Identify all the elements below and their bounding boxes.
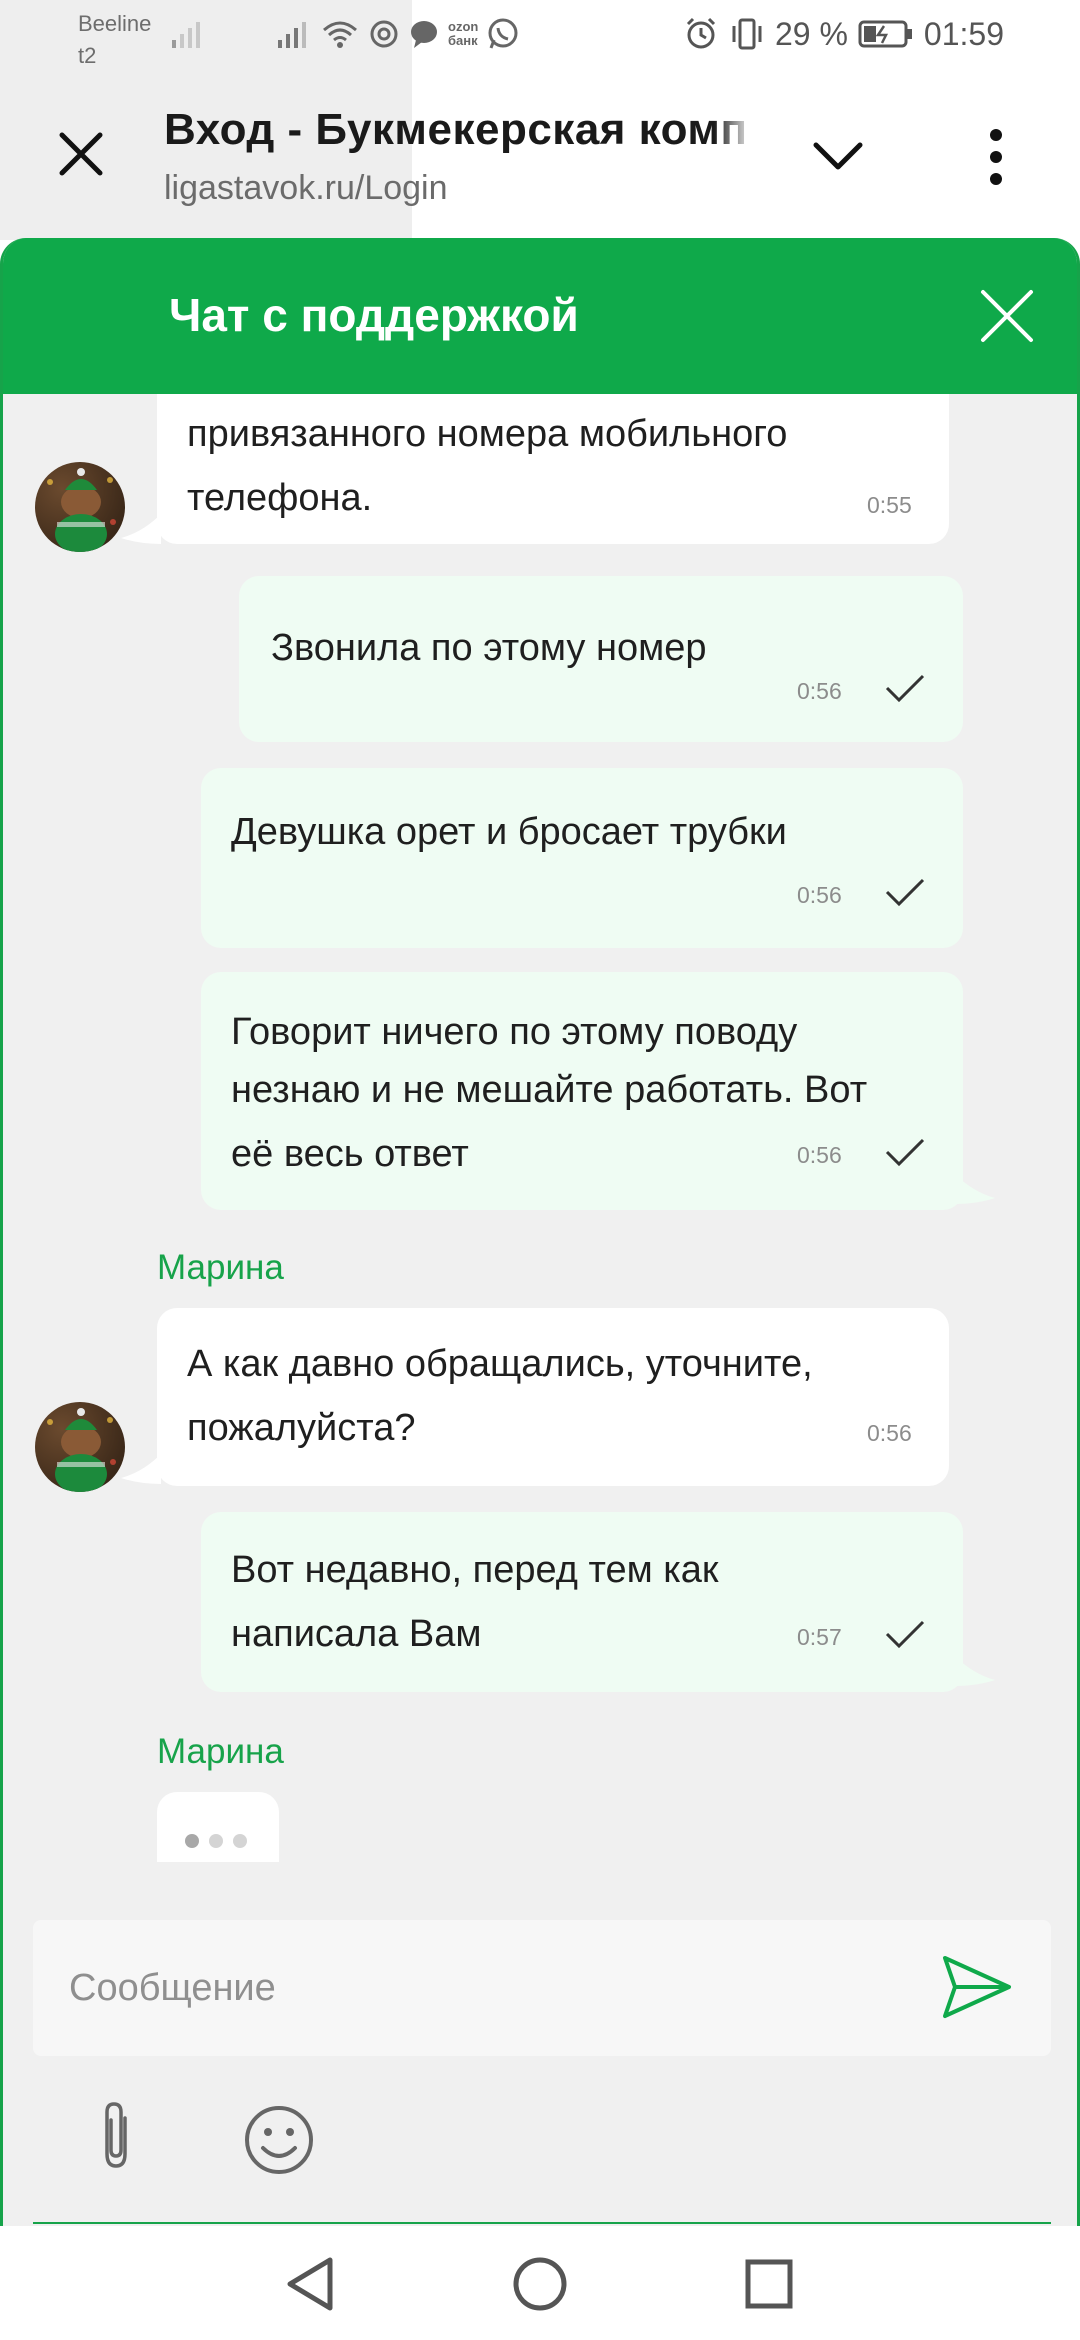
chevron-down-icon[interactable] xyxy=(808,135,868,179)
chat-title: Чат с поддержкой xyxy=(169,289,579,341)
bubble-tail-out xyxy=(955,1174,995,1204)
message-bubble-outgoing: Девушка орет и бросает трубки 0:56 xyxy=(201,768,963,948)
message-text-line: незнаю и не мешайте работать. Вот xyxy=(231,1069,868,1111)
message-text-line: А как давно обращались, уточните, xyxy=(187,1343,813,1385)
message-time: 0:56 xyxy=(797,678,842,704)
message-time: 0:56 xyxy=(797,1142,842,1168)
nav-back-icon[interactable] xyxy=(282,2254,338,2314)
check-icon xyxy=(885,674,925,703)
battery-icon xyxy=(858,20,912,48)
message-text-line: Вот недавно, перед тем как xyxy=(231,1549,719,1591)
status-icons-right: 29 % 01:59 xyxy=(683,12,1004,56)
message-input-area xyxy=(33,1920,1051,2056)
message-bubble-outgoing: Вот недавно, перед тем как написала Вам … xyxy=(201,1512,963,1692)
carrier-name-2: t2 xyxy=(78,43,97,68)
alarm-icon xyxy=(686,17,716,49)
widget-bottom-divider xyxy=(33,2222,1051,2224)
nav-home-icon[interactable] xyxy=(510,2254,570,2314)
capybara-avatar-image xyxy=(47,468,116,552)
message-time: 0:56 xyxy=(797,882,842,908)
message-time: 0:57 xyxy=(797,1624,842,1650)
message-bubble-outgoing: Говорит ничего по этому поводу незнаю и … xyxy=(201,972,963,1210)
check-icon xyxy=(885,878,925,907)
message-bubble-outgoing: Звонила по этому номер 0:56 xyxy=(239,576,963,742)
attach-icon[interactable] xyxy=(91,2100,141,2172)
status-bar: Beeline t2 ozon банк 29 % 01:59 xyxy=(0,0,1080,240)
message-text-line: Девушка орет и бросает трубки xyxy=(231,811,787,853)
message-text-line: Говорит ничего по этому поводу xyxy=(231,1011,798,1053)
vibrate-icon xyxy=(732,18,762,50)
typing-dot xyxy=(209,1834,223,1848)
at-sign-icon xyxy=(370,20,398,48)
chat-bubble-icon xyxy=(411,21,437,48)
close-icon[interactable] xyxy=(50,123,112,185)
capybara-avatar-image xyxy=(47,1408,116,1492)
battery-percent: 29 % xyxy=(774,15,848,52)
agent-avatar xyxy=(35,1402,125,1492)
bubble-tail-out xyxy=(955,1656,995,1686)
typing-dot xyxy=(185,1834,199,1848)
message-text-line: её весь ответ xyxy=(231,1133,469,1175)
send-icon[interactable] xyxy=(939,1952,1015,2022)
check-icon xyxy=(885,1620,925,1649)
page-url[interactable]: ligastavok.ru/Login xyxy=(164,169,448,208)
message-text-line: пожалуйста? xyxy=(187,1407,416,1449)
signal-1-icon xyxy=(172,22,200,48)
message-list[interactable]: привязанного номера мобильного телефона.… xyxy=(3,394,1077,1862)
sender-name: Марина xyxy=(157,1248,284,1287)
system-nav-bar xyxy=(0,2226,1080,2340)
nav-recent-icon[interactable] xyxy=(744,2256,794,2312)
typing-indicator xyxy=(157,1792,279,1862)
message-text-line: Звонила по этому номер xyxy=(271,627,707,669)
check-icon xyxy=(885,1138,925,1167)
browser-toolbar: Вход - Букмекерская комп ligastavok.ru/L… xyxy=(0,75,1080,240)
sender-name: Марина xyxy=(157,1732,284,1771)
typing-dot xyxy=(233,1834,247,1848)
emoji-icon[interactable] xyxy=(243,2104,315,2176)
carrier-info: Beeline t2 xyxy=(78,8,151,72)
wifi-icon xyxy=(323,21,357,48)
status-icons-left: ozon банк xyxy=(276,14,520,54)
message-text-line: написала Вам xyxy=(231,1613,482,1655)
message-text-line: привязанного номера мобильного xyxy=(187,413,788,455)
whatsapp-icon xyxy=(488,18,518,49)
message-time: 0:55 xyxy=(867,492,912,518)
chat-header: Чат с поддержкой xyxy=(3,238,1077,394)
page-title: Вход - Букмекерская комп xyxy=(164,105,754,155)
close-chat-icon[interactable] xyxy=(979,288,1035,344)
message-time: 0:56 xyxy=(867,1420,912,1446)
agent-avatar xyxy=(35,462,125,552)
carrier-name-1: Beeline xyxy=(78,11,152,36)
message-text-line: телефона. xyxy=(187,477,373,519)
clock: 01:59 xyxy=(923,15,1004,52)
bubble-tail-in xyxy=(121,1454,161,1484)
signal-2-icon xyxy=(278,22,306,48)
support-chat-widget: Чат с поддержкой привязанного номера моб… xyxy=(0,238,1080,2238)
message-bubble-incoming: привязанного номера мобильного телефона.… xyxy=(157,394,949,544)
more-vert-icon[interactable] xyxy=(976,127,1016,187)
message-input[interactable] xyxy=(69,1956,909,2020)
message-bubble-incoming: А как давно обращались, уточните, пожалу… xyxy=(157,1308,949,1486)
ozon-bank-icon: ozon банк xyxy=(448,19,479,48)
bubble-tail-in xyxy=(121,514,161,544)
